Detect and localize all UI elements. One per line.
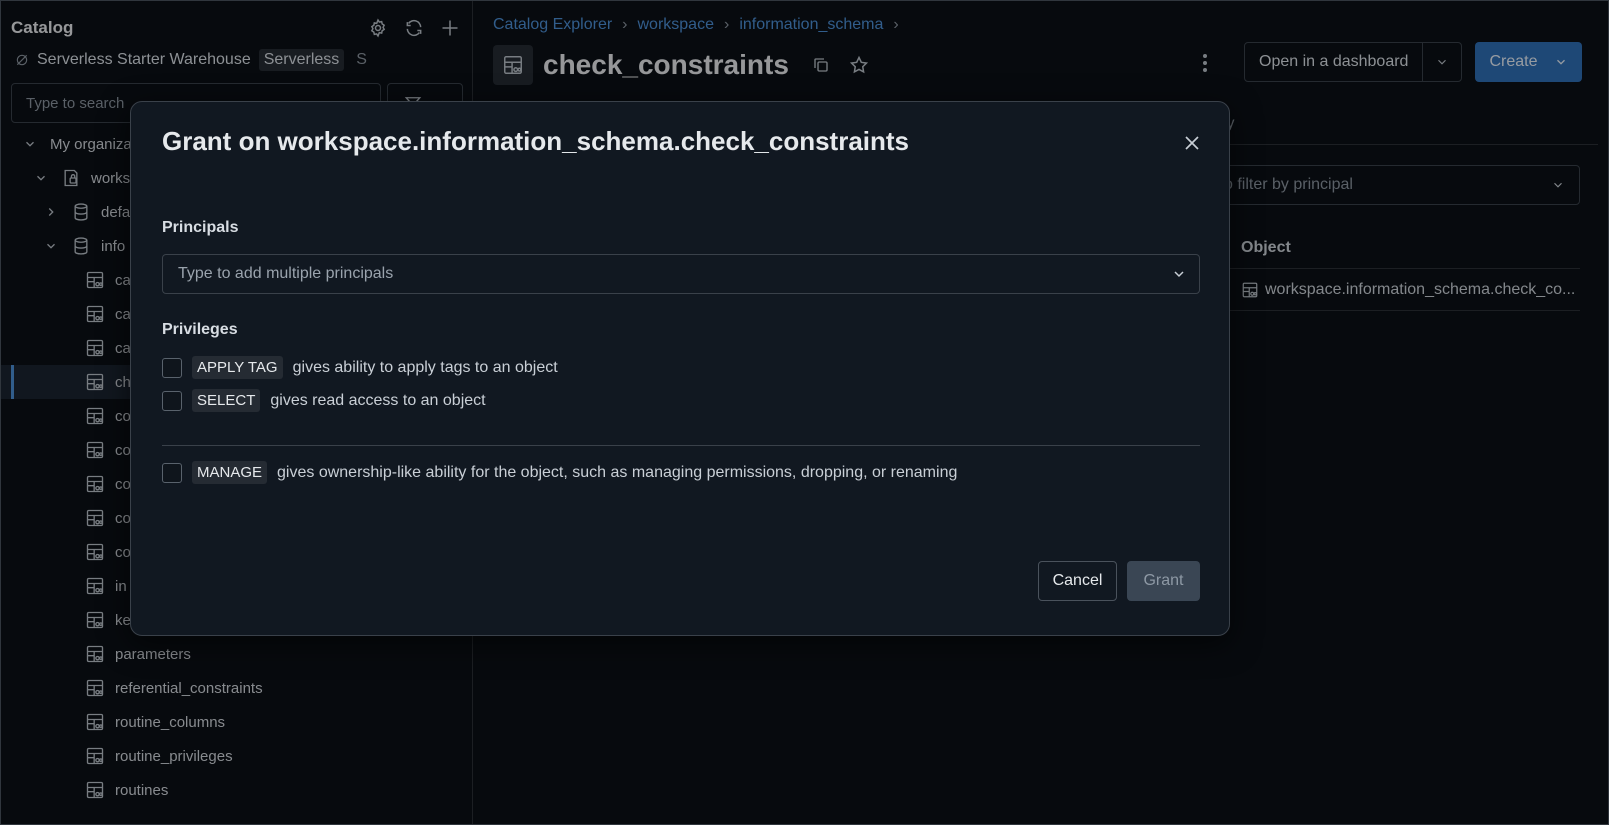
privilege-tag: SELECT [192,389,261,412]
select-checkbox[interactable] [162,390,182,411]
principals-input[interactable] [178,265,1171,283]
privilege-tag: APPLY TAG [192,356,283,379]
privilege-description: gives ability to apply tags to an object [292,358,558,376]
grant-button[interactable]: Grant [1127,561,1200,601]
cancel-button[interactable]: Cancel [1038,561,1117,601]
manage-checkbox[interactable] [162,462,182,483]
privilege-tag: MANAGE [192,461,268,484]
privilege-apply-tag: APPLY TAG gives ability to apply tags to… [162,356,558,379]
privileges-label: Privileges [162,321,238,338]
apply-tag-checkbox[interactable] [162,357,182,378]
privilege-select: SELECT gives read access to an object [162,389,486,412]
close-icon[interactable] [1179,130,1205,156]
principals-field[interactable] [162,254,1200,294]
principals-label: Principals [162,219,239,236]
privileges-divider [162,445,1200,446]
grant-dialog: Grant on workspace.information_schema.ch… [130,101,1230,636]
privilege-description: gives ownership-like ability for the obj… [277,463,958,481]
privilege-manage: MANAGE gives ownership-like ability for … [162,461,957,484]
privilege-description: gives read access to an object [270,391,486,409]
app-window: Catalog Serverless Starter Warehouse Ser… [0,0,1609,825]
chevron-down-icon [1174,271,1184,278]
dialog-title: Grant on workspace.information_schema.ch… [162,126,910,156]
